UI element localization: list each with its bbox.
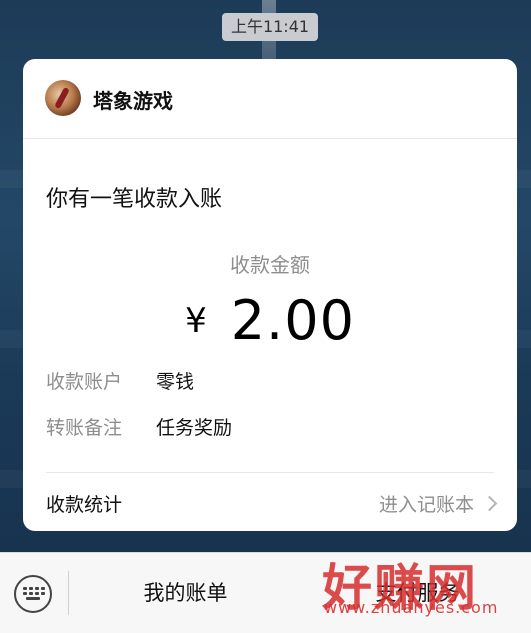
card-divider bbox=[46, 472, 494, 473]
stats-label: 收款统计 bbox=[46, 494, 123, 516]
card-header[interactable]: 塔象游戏 bbox=[23, 59, 517, 139]
amount-label: 收款金额 bbox=[230, 253, 310, 277]
detail-value: 零钱 bbox=[156, 371, 195, 393]
amount-value: 2.00 bbox=[230, 289, 355, 352]
avatar-art bbox=[54, 86, 70, 110]
message-timestamp: 上午11:41 bbox=[222, 13, 318, 41]
app-avatar[interactable] bbox=[45, 80, 81, 116]
amount-display: ¥2.00 bbox=[23, 289, 517, 352]
bottom-menu-bar: 我的账单 支付服务 bbox=[0, 552, 531, 633]
menu-payment-services[interactable]: 支付服务 bbox=[304, 553, 531, 633]
ledger-link[interactable]: 进入记账本 bbox=[378, 490, 498, 517]
keyboard-toggle-button[interactable] bbox=[14, 575, 52, 613]
currency-symbol: ¥ bbox=[185, 300, 207, 341]
payment-notification-card[interactable]: 塔象游戏 你有一笔收款入账 收款金额 ¥2.00 收款账户 零钱 转账备注 任务… bbox=[23, 59, 517, 531]
app-name: 塔象游戏 bbox=[93, 89, 173, 113]
ledger-link-label: 进入记账本 bbox=[378, 494, 474, 516]
chevron-right-icon bbox=[481, 495, 498, 512]
keyboard-icon bbox=[23, 587, 45, 601]
detail-key: 收款账户 bbox=[46, 371, 123, 393]
detail-key: 转账备注 bbox=[46, 417, 123, 439]
detail-value: 任务奖励 bbox=[156, 417, 233, 439]
notification-headline: 你有一笔收款入账 bbox=[46, 187, 223, 212]
menu-my-bills[interactable]: 我的账单 bbox=[68, 553, 303, 633]
